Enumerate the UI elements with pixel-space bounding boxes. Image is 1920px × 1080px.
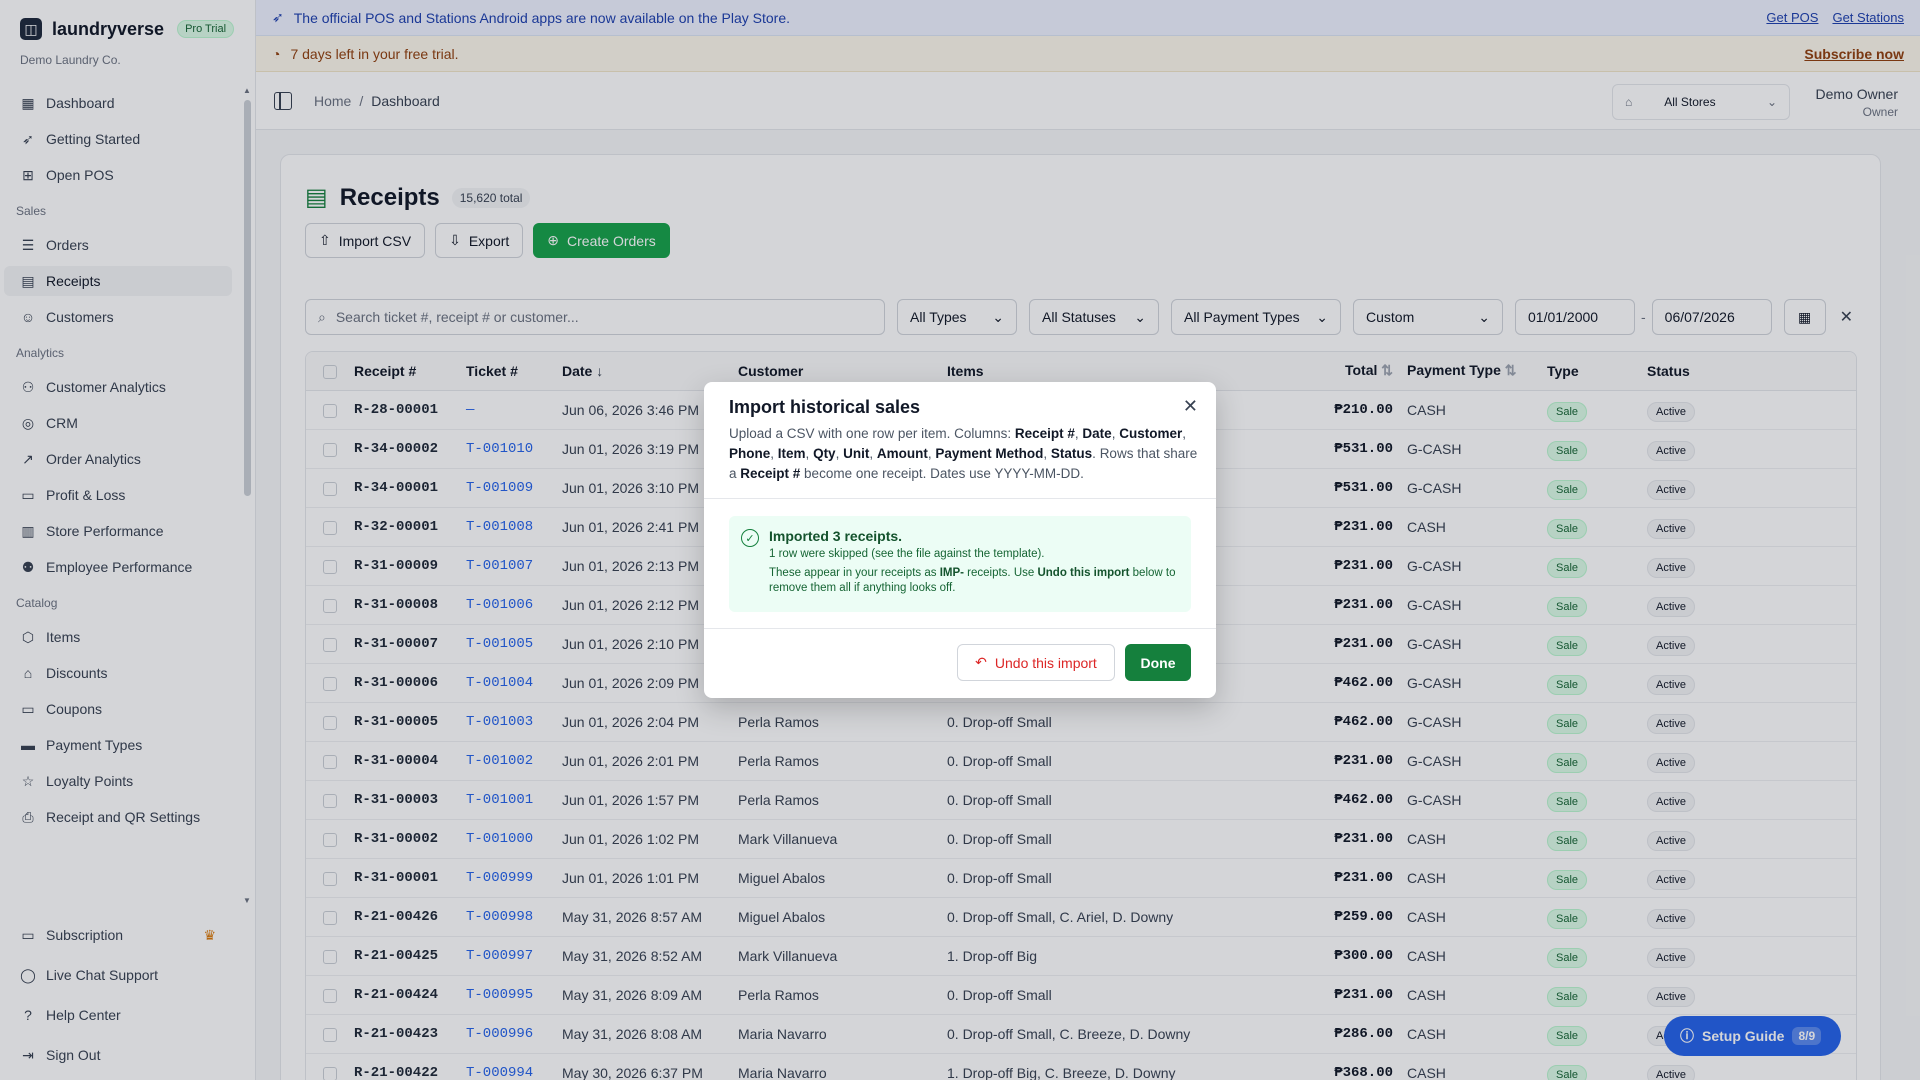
column-name: Receipt # [1014,426,1075,441]
column-name: Payment Method [935,446,1044,461]
close-icon[interactable]: ✕ [1183,396,1198,417]
success-details: These appear in your receipts as IMP- re… [769,566,1177,596]
column-name: Receipt # [740,466,801,481]
column-name: Item [777,446,806,461]
success-skipped-note: 1 row were skipped (see the file against… [769,548,1045,560]
column-name: Status [1050,446,1093,461]
divider [704,498,1216,499]
column-name: Unit [843,446,870,461]
undo-import-label: Undo this import [994,654,1097,671]
success-title: Imported 3 receipts. [769,528,903,544]
done-button[interactable]: Done [1125,644,1191,681]
column-name: Amount [876,446,928,461]
import-historical-sales-dialog: Import historical sales ✕ Upload a CSV w… [704,382,1216,698]
import-success-alert: ✓ Imported 3 receipts. 1 row were skippe… [729,516,1191,612]
imp-prefix: IMP- [939,567,964,579]
undo-icon: ↶ [975,654,987,670]
column-name: Customer [1119,426,1183,441]
undo-reference: Undo this import [1037,567,1130,579]
dialog-title: Import historical sales [729,397,921,417]
undo-import-button[interactable]: ↶ Undo this import [957,644,1115,681]
desc-rows-suffix: become one receipt. Dates use YYYY-MM-DD… [800,466,1084,481]
divider [704,628,1216,629]
desc-prefix: Upload a CSV with one row per item. Colu… [729,426,1015,441]
column-name: Phone [729,446,771,461]
dialog-description: Upload a CSV with one row per item. Colu… [729,426,1198,481]
success-text: These appear in your receipts as [769,567,940,579]
check-circle-icon: ✓ [741,529,759,547]
success-text: receipts. Use [963,567,1038,579]
column-name: Qty [813,446,836,461]
column-name: Date [1082,426,1112,441]
